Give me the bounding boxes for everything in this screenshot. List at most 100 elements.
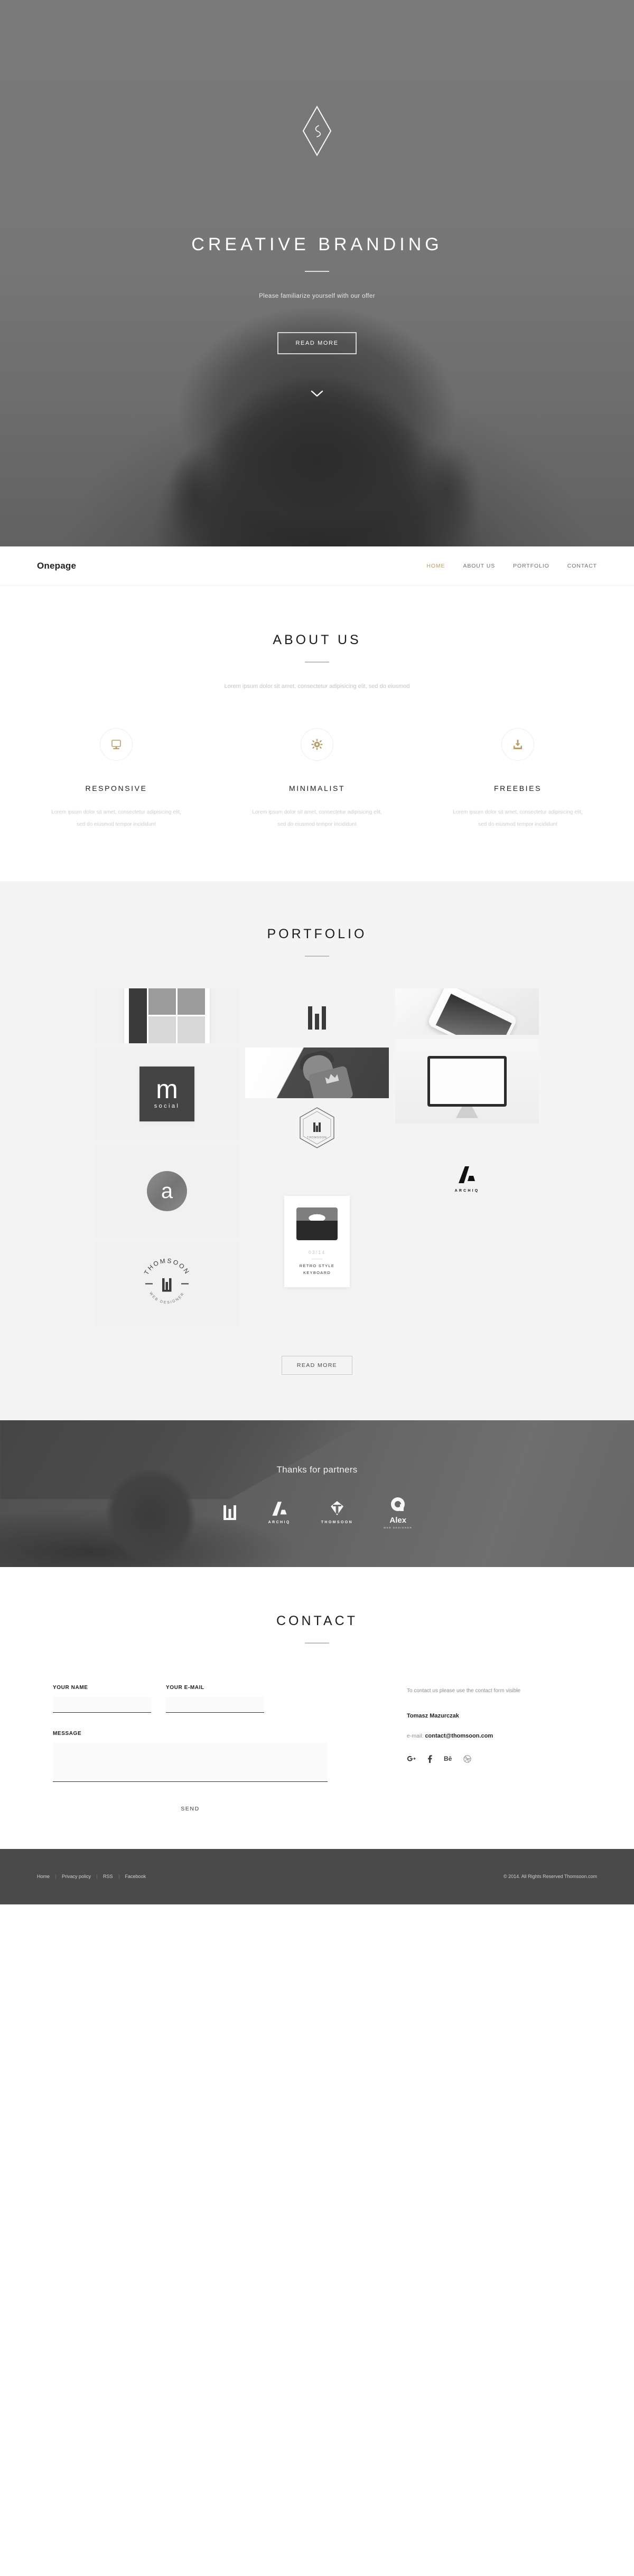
m-social-letter: m — [156, 1074, 178, 1104]
about-title: ABOUT US — [273, 633, 361, 647]
robot-illustration-icon — [245, 1047, 389, 1098]
feature-text: Lorem ipsum dolor sit amet, consectetur … — [453, 809, 583, 827]
field-message: MESSAGE — [53, 1731, 328, 1785]
partner-alex[interactable]: Alex WEB DESIGNER — [384, 1496, 412, 1529]
partner-thomsoon-diamond[interactable]: THOMSOON — [321, 1501, 353, 1524]
message-input[interactable] — [53, 1742, 328, 1782]
portfolio-item-thomsoon-logo[interactable] — [245, 988, 389, 1043]
nav-item-about-us[interactable]: ABOUT US — [463, 563, 495, 569]
partner-thomsoon-bars[interactable] — [222, 1504, 238, 1521]
contact-note: To contact us please use the contact for… — [407, 1687, 521, 1694]
feature-responsive: RESPONSIVE Lorem ipsum dolor sit amet, c… — [37, 728, 195, 831]
about-lead-text: Lorem ipsum dolor sit amet, consectetur … — [224, 683, 410, 690]
contact-title: CONTACT — [276, 1613, 358, 1628]
thomsoon-bars-icon — [303, 1002, 331, 1030]
nav-item-contact[interactable]: CONTACT — [567, 563, 597, 569]
field-your-email: YOUR E-MAIL — [166, 1685, 264, 1713]
facebook-icon[interactable] — [427, 1754, 432, 1763]
nav-item-portfolio[interactable]: PORTFOLIO — [513, 563, 549, 569]
svg-text:THOMSOON: THOMSOON — [143, 1257, 191, 1276]
svg-text:THOMSOON: THOMSOON — [307, 1136, 327, 1139]
partner-label: THOMSOON — [321, 1521, 353, 1525]
partner-label: Alex — [389, 1515, 407, 1525]
tablet-mockup-icon — [124, 988, 210, 1043]
your-email-input[interactable] — [166, 1696, 264, 1713]
partner-label: ARCHIQ — [268, 1521, 291, 1525]
nav-links: HOME ABOUT US PORTFOLIO CONTACT — [426, 563, 597, 569]
your-name-label: YOUR NAME — [53, 1684, 88, 1691]
portfolio-item-circle-a-logo[interactable]: a — [95, 1144, 239, 1238]
partners-title: Thanks for partners — [276, 1464, 358, 1475]
message-label: MESSAGE — [53, 1730, 82, 1737]
dribbble-icon[interactable] — [463, 1755, 471, 1763]
feature-list: RESPONSIVE Lorem ipsum dolor sit amet, c… — [37, 728, 597, 831]
portfolio-item-robot-illustration[interactable] — [245, 1047, 389, 1098]
field-your-name: YOUR NAME — [53, 1685, 151, 1713]
partner-archiq[interactable]: ARCHIQ — [268, 1501, 291, 1524]
portfolio-item-phone-mockup[interactable] — [395, 988, 539, 1035]
portfolio-item-thomsoon-badge[interactable]: THOMSOON WEB DESIGNER — [95, 1241, 239, 1326]
partner-sublabel: WEB DESIGNER — [384, 1526, 413, 1529]
contact-info: To contact us please use the contact for… — [407, 1685, 581, 1812]
portfolio-item-imac-mockup[interactable] — [395, 1039, 539, 1124]
site-logo[interactable]: Onepage — [37, 561, 76, 571]
footer-link-privacy-policy[interactable]: Privacy policy — [56, 1874, 97, 1879]
your-name-input[interactable] — [53, 1696, 151, 1713]
feature-minimalist: MINIMALIST Lorem ipsum dolor sit amet, c… — [238, 728, 396, 831]
m-social-word: social — [154, 1102, 180, 1109]
hero-subtitle: Please familiarize yourself with our off… — [259, 293, 375, 299]
feature-title: MINIMALIST — [288, 784, 346, 792]
send-button[interactable]: SEND — [181, 1806, 200, 1812]
portfolio-item-retro-poster[interactable]: 03/14 RETRO STYLE KEYBOARD — [245, 1157, 389, 1326]
feature-text: Lorem ipsum dolor sit amet, consectetur … — [51, 809, 181, 827]
portfolio-item-archiq-logo[interactable]: ARCHIQ — [395, 1127, 539, 1229]
contact-section: CONTACT YOUR NAME YOUR E-MAIL MESSAGE SE… — [0, 1567, 634, 1849]
nav-item-home[interactable]: HOME — [426, 563, 445, 569]
partners-section: Thanks for partners ARCHIQ THOMSOON Alex… — [0, 1420, 634, 1567]
footer-link-rss[interactable]: RSS — [97, 1874, 119, 1879]
svg-text:WEB DESIGNER: WEB DESIGNER — [148, 1291, 185, 1305]
hero-section: CREATIVE BRANDING Please familiarize you… — [0, 0, 634, 546]
your-email-label: YOUR E-MAIL — [166, 1684, 204, 1691]
portfolio-section: PORTFOLIO m social THOMSOON a 03/14 RETR… — [0, 881, 634, 1420]
hero-read-more-button[interactable]: READ MORE — [277, 332, 357, 354]
typewriter-icon — [296, 1207, 338, 1241]
portfolio-item-tablet-mockup[interactable] — [95, 988, 239, 1043]
imac-mockup-icon — [395, 1039, 539, 1124]
hero-title: CREATIVE BRANDING — [191, 234, 443, 254]
email-address[interactable]: contact@thomsoon.com — [425, 1733, 493, 1739]
hero-divider — [305, 271, 329, 272]
contact-person: Tomasz Mazurczak — [407, 1712, 459, 1719]
portfolio-read-more-button[interactable]: READ MORE — [281, 1355, 353, 1375]
footer-links: Home Privacy policy RSS Facebook — [37, 1874, 152, 1879]
about-section: ABOUT US Lorem ipsum dolor sit amet, con… — [0, 586, 634, 881]
footer-link-facebook[interactable]: Facebook — [119, 1874, 152, 1879]
footer-link-home[interactable]: Home — [37, 1874, 55, 1879]
monitor-icon — [100, 728, 133, 761]
google-plus-icon[interactable] — [407, 1755, 416, 1762]
portfolio-item-m-social[interactable]: m social — [95, 1047, 239, 1140]
retro-poster-card: 03/14 RETRO STYLE KEYBOARD — [284, 1196, 350, 1287]
portfolio-grid: m social THOMSOON a 03/14 RETRO STYLE KE… — [95, 988, 539, 1326]
chevron-down-icon[interactable] — [311, 390, 323, 400]
portfolio-divider — [305, 955, 329, 957]
feature-text: Lorem ipsum dolor sit amet, consectetur … — [252, 809, 382, 827]
about-divider — [305, 662, 329, 663]
archiq-wordmark: ARCHIQ — [454, 1188, 480, 1193]
circle-a-logo-icon: a — [147, 1171, 187, 1211]
download-icon — [501, 728, 534, 761]
feature-freebies: FREEBIES Lorem ipsum dolor sit amet, con… — [439, 728, 597, 831]
main-navigation: Onepage HOME ABOUT US PORTFOLIO CONTACT — [0, 546, 634, 586]
email-prefix: e-mail: — [407, 1732, 424, 1739]
portfolio-item-hex-badge[interactable]: THOMSOON — [245, 1102, 389, 1153]
feature-title: RESPONSIVE — [85, 784, 147, 792]
poster-title: RETRO STYLE KEYBOARD — [299, 1263, 335, 1276]
footer-copyright: © 2014. All Rights Reserved Thomsoon.com — [503, 1874, 597, 1880]
phone-mockup-icon — [395, 988, 539, 1035]
hex-badge-icon: THOMSOON — [296, 1105, 338, 1150]
poster-number: 03/14 — [308, 1250, 326, 1256]
circle-a-letter: a — [161, 1179, 173, 1203]
partners-logo-row: ARCHIQ THOMSOON Alex WEB DESIGNER — [0, 1496, 634, 1529]
behance-icon[interactable]: Bē — [444, 1755, 452, 1762]
site-footer: Home Privacy policy RSS Facebook © 2014.… — [0, 1848, 634, 1904]
